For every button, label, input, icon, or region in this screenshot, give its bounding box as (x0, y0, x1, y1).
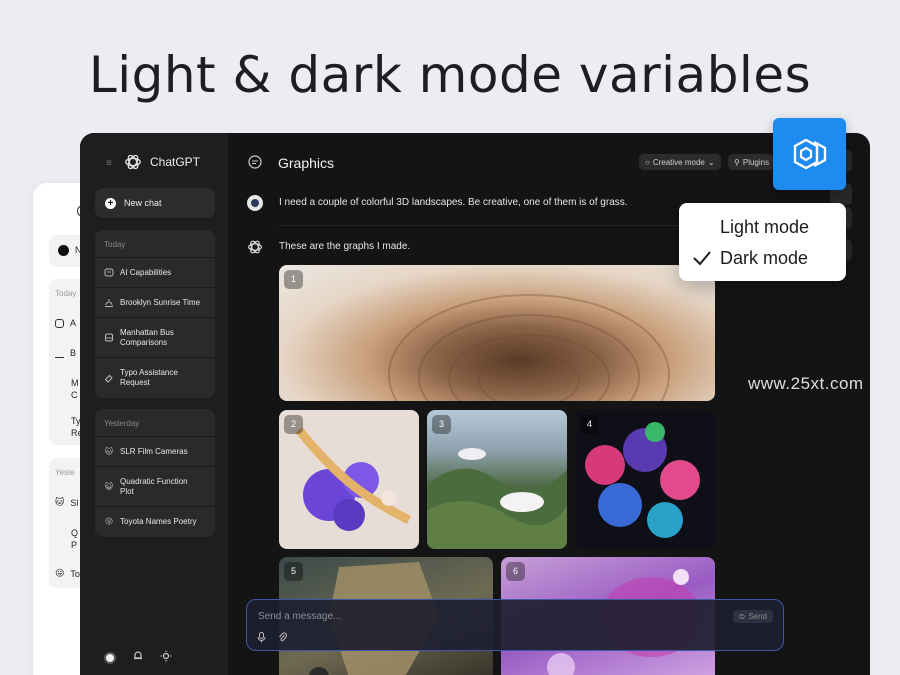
today-label: Today (95, 230, 215, 258)
image-number: 4 (580, 415, 599, 434)
chat-item[interactable]: Typo Assistance Request (95, 358, 215, 398)
chatgpt-logo-icon (125, 154, 141, 170)
light-item[interactable]: MC (55, 378, 79, 400)
send-button[interactable]: ⊜ Send (732, 610, 773, 623)
message-input[interactable]: Send a message... (258, 611, 341, 622)
chevron-down-icon: ⌄ (707, 157, 715, 167)
chat-item[interactable]: AI Capabilities (95, 258, 215, 288)
image-number: 2 (284, 415, 303, 434)
yesterday-label: Yesterday (95, 409, 215, 437)
generated-image[interactable]: 3 (427, 410, 567, 549)
emoji-camera-icon: 🐱 (104, 446, 114, 456)
plugins-button[interactable]: ⚲ Plugins (728, 154, 776, 170)
plus-icon (58, 245, 69, 256)
message-composer[interactable]: Send a message... ⊜ Send (246, 599, 784, 651)
image-number: 5 (284, 562, 303, 581)
generated-image[interactable]: 2 (279, 410, 419, 549)
light-mode-option[interactable]: Light mode (720, 217, 809, 238)
send-icon: ⊜ (738, 612, 746, 621)
dark-mode-option[interactable]: Dark mode (720, 248, 808, 269)
theme-mode-menu: Light mode Dark mode (679, 203, 846, 281)
generated-image[interactable]: 4 (575, 410, 715, 549)
image-number: 6 (506, 562, 525, 581)
menu-icon[interactable]: ≡ (106, 158, 112, 169)
theme-toggle-button[interactable] (773, 118, 846, 190)
plug-icon: ⚲ (734, 157, 740, 167)
light-item[interactable]: A (55, 318, 76, 328)
generated-image[interactable]: 1 (279, 265, 715, 401)
headline: Light & dark mode variables (88, 46, 812, 104)
new-chat-button[interactable]: + New chat (95, 188, 215, 218)
spiral-graphic (388, 294, 670, 401)
watermark: www.25xt.com (748, 374, 864, 393)
chatgpt-logo-icon (247, 239, 263, 255)
hexagon-icon (793, 138, 826, 170)
bus-icon (104, 333, 114, 343)
checkmark-icon (693, 251, 711, 266)
user-avatar[interactable] (104, 651, 116, 664)
paperclip-icon[interactable] (278, 632, 287, 646)
eraser-icon (104, 373, 114, 383)
chat-item[interactable]: 🐱 SLR Film Cameras (95, 437, 215, 467)
microphone-icon[interactable] (257, 632, 266, 646)
sunrise-icon (104, 298, 114, 308)
assistant-message: These are the graphs I made. (279, 241, 411, 252)
chat-item[interactable]: 😜 Toyota Names Poetry (95, 507, 215, 537)
yesterday-group: Yesterday 🐱 SLR Film Cameras 😺 Quadratic… (95, 409, 215, 537)
bulb-icon: ○ (645, 157, 650, 167)
light-item[interactable]: 😜 To (55, 568, 80, 579)
brand: ChatGPT (124, 153, 200, 171)
image-number: 1 (284, 270, 303, 289)
plus-icon: + (105, 197, 116, 209)
light-item[interactable]: 🐱 Sl (55, 497, 78, 508)
creative-mode-dropdown[interactable]: ○ Creative mode ⌄ (639, 154, 721, 170)
chat-item[interactable]: 😺 Quadratic Function Plot (95, 467, 215, 507)
emoji-cat-icon: 😺 (104, 481, 114, 491)
chat-item[interactable]: Brooklyn Sunrise Time (95, 288, 215, 318)
bell-icon[interactable] (132, 650, 144, 665)
sidebar-footer (104, 650, 172, 665)
divider (279, 225, 719, 226)
page-title: Graphics (278, 155, 335, 171)
sidebar: ChatGPT ≡ + New chat Today AI Capabiliti… (80, 133, 228, 675)
image-number: 3 (432, 415, 451, 434)
chat-bubble-icon (248, 155, 262, 169)
user-avatar (247, 195, 263, 211)
chat-icon (104, 268, 114, 278)
emoji-face-icon: 😜 (104, 517, 114, 526)
today-group: Today AI Capabilities Brooklyn Sunrise T… (95, 230, 215, 398)
light-item[interactable]: B (55, 348, 76, 358)
user-message: I need a couple of colorful 3D landscape… (279, 197, 628, 208)
light-item[interactable]: QP (55, 528, 78, 550)
chat-item[interactable]: Manhattan Bus Comparisons (95, 318, 215, 358)
sun-icon[interactable] (160, 650, 172, 665)
composer-toolbar (257, 632, 287, 646)
light-item[interactable]: Ty Re (55, 416, 83, 438)
